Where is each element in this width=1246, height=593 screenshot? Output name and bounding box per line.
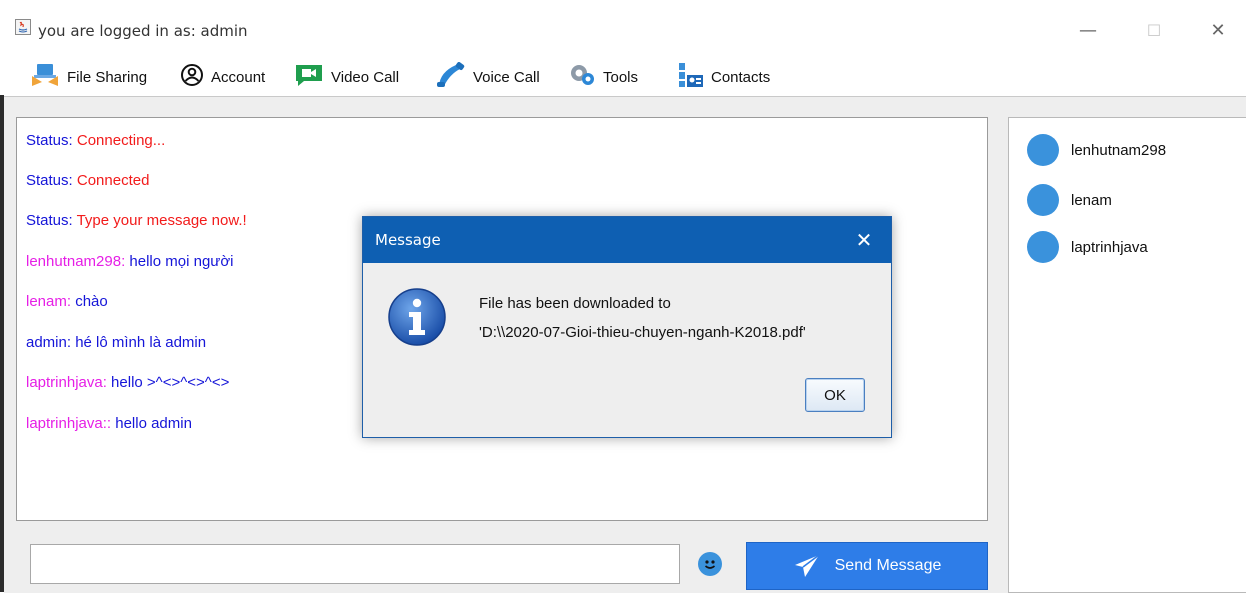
contacts-icon bbox=[676, 61, 704, 93]
message-sender: Status: bbox=[26, 172, 73, 189]
message-text: Connecting... bbox=[72, 132, 166, 149]
message-text: chào bbox=[71, 293, 108, 310]
menu-label: Tools bbox=[603, 68, 639, 86]
dialog-message-line1: File has been downloaded to bbox=[479, 295, 671, 312]
menu-file-sharing[interactable]: File Sharing bbox=[30, 58, 147, 96]
message-text: Type your message now.! bbox=[72, 212, 247, 229]
user-avatar bbox=[1027, 184, 1059, 216]
menu-label: Voice Call bbox=[473, 68, 540, 86]
user-item[interactable]: lenhutnam298 bbox=[1027, 134, 1166, 166]
message-sender: lenam: bbox=[26, 293, 72, 310]
menu-tools[interactable]: Tools bbox=[568, 58, 638, 96]
dialog-close-icon[interactable]: ✕ bbox=[849, 225, 879, 255]
user-name: laptrinhjava bbox=[1071, 238, 1148, 256]
chat-message: Status: Connected bbox=[26, 172, 149, 189]
message-sender: laptrinhjava:: bbox=[26, 415, 112, 432]
menu-account[interactable]: Account bbox=[180, 58, 265, 96]
account-icon bbox=[180, 63, 204, 91]
chat-message: laptrinhjava:: hello admin bbox=[26, 415, 192, 432]
user-avatar bbox=[1027, 134, 1059, 166]
message-sender: Status: bbox=[26, 212, 73, 229]
title-bar: you are logged in as: admin — ☐ ✕ bbox=[0, 0, 1246, 62]
message-text: hello mọi người bbox=[125, 253, 234, 270]
chat-message: admin: hé lô mình là admin bbox=[26, 334, 206, 351]
maximize-button[interactable]: ☐ bbox=[1134, 12, 1174, 48]
menu-label: Contacts bbox=[711, 68, 771, 86]
dialog-title: Message bbox=[375, 231, 441, 249]
message-text: hé lô mình là admin bbox=[71, 334, 207, 351]
chat-message: Status: Connecting... bbox=[26, 132, 165, 149]
menu-voice-call[interactable]: Voice Call bbox=[436, 58, 540, 96]
chat-message: lenam: chào bbox=[26, 293, 108, 310]
chat-message: Status: Type your message now.! bbox=[26, 212, 247, 229]
message-sender: laptrinhjava: bbox=[26, 374, 107, 391]
user-name: lenhutnam298 bbox=[1071, 141, 1167, 159]
menu-label: Account bbox=[211, 68, 266, 86]
message-input[interactable] bbox=[30, 544, 680, 584]
video-call-icon bbox=[294, 63, 324, 91]
emoji-icon[interactable] bbox=[698, 552, 722, 576]
menu-bar: File Sharing Account Video Call Voice Ca… bbox=[0, 58, 1246, 96]
send-message-label: Send Message bbox=[834, 557, 942, 574]
user-avatar bbox=[1027, 231, 1059, 263]
message-sender: Status: bbox=[26, 132, 73, 149]
message-text: hello admin bbox=[111, 415, 192, 432]
message-sender: lenhutnam298: bbox=[26, 253, 126, 270]
ok-button[interactable]: OK bbox=[805, 378, 865, 412]
close-button[interactable]: ✕ bbox=[1198, 12, 1238, 48]
online-users-list: lenhutnam298 lenam laptrinhjava bbox=[1008, 117, 1246, 593]
user-name: lenam bbox=[1071, 191, 1112, 209]
chat-message: lenhutnam298: hello mọi người bbox=[26, 253, 234, 270]
message-dialog: Message ✕ File has been downloaded to 'D… bbox=[362, 216, 892, 438]
send-icon bbox=[794, 554, 820, 577]
menu-contacts[interactable]: Contacts bbox=[676, 58, 770, 96]
dialog-message-line2: 'D:\\2020-07-Gioi-thieu-chuyen-nganh-K20… bbox=[479, 324, 806, 341]
send-message-button[interactable]: Send Message bbox=[746, 542, 988, 590]
message-text: hello >^<>^<>^<> bbox=[106, 374, 230, 391]
menu-label: Video Call bbox=[331, 68, 400, 86]
dialog-title-bar: Message ✕ bbox=[363, 217, 891, 263]
minimize-button[interactable]: — bbox=[1068, 12, 1108, 48]
java-app-icon bbox=[15, 19, 31, 35]
message-sender: admin: bbox=[26, 334, 72, 351]
app-window: you are logged in as: admin — ☐ ✕ File S… bbox=[0, 0, 1246, 593]
menu-video-call[interactable]: Video Call bbox=[294, 58, 399, 96]
file-sharing-icon bbox=[30, 62, 60, 92]
menu-label: File Sharing bbox=[67, 68, 148, 86]
message-text: Connected bbox=[72, 172, 150, 189]
user-item[interactable]: laptrinhjava bbox=[1027, 231, 1148, 263]
user-item[interactable]: lenam bbox=[1027, 184, 1112, 216]
voice-call-icon bbox=[436, 62, 466, 92]
chat-message: laptrinhjava: hello >^<>^<>^<> bbox=[26, 374, 229, 391]
window-title: you are logged in as: admin bbox=[38, 22, 248, 40]
info-icon bbox=[387, 287, 447, 347]
tools-icon bbox=[568, 62, 596, 92]
